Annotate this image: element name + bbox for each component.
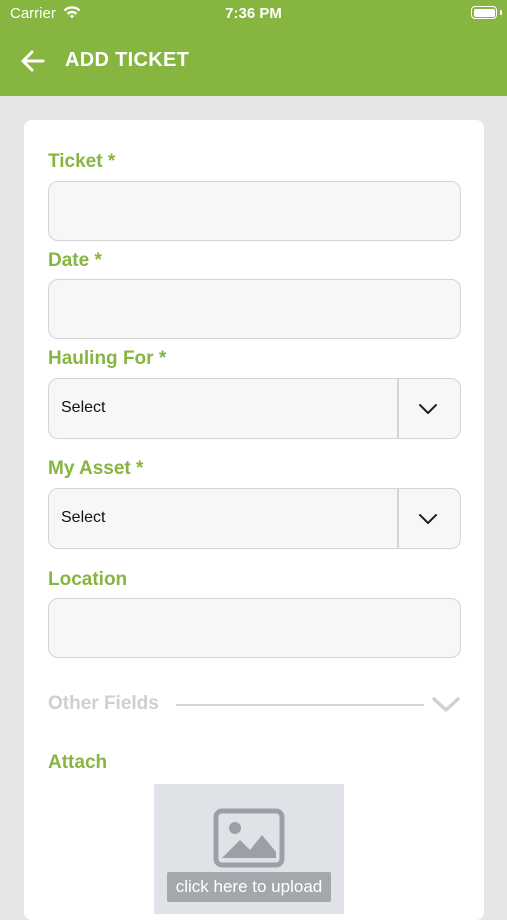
- form-card: Ticket * Date * Hauling For * Select My …: [24, 120, 484, 920]
- location-input[interactable]: [48, 598, 461, 658]
- hauling-for-value: Select: [61, 399, 106, 416]
- my-asset-label: My Asset *: [48, 458, 144, 479]
- other-fields-label: Other Fields: [48, 693, 159, 714]
- hauling-for-select[interactable]: Select: [48, 378, 461, 439]
- battery-tip: [500, 10, 502, 15]
- chevron-down-icon[interactable]: [417, 399, 439, 419]
- chevron-down-icon[interactable]: [430, 693, 462, 717]
- my-asset-select[interactable]: Select: [48, 488, 461, 549]
- clock: 7:36 PM: [225, 5, 282, 22]
- app-header: Carrier 7:36 PM ADD TICKET: [0, 0, 507, 96]
- upload-button-label[interactable]: click here to upload: [167, 872, 331, 902]
- date-input[interactable]: [48, 279, 461, 339]
- attach-label: Attach: [48, 752, 108, 773]
- page-title: ADD TICKET: [65, 49, 190, 71]
- location-label: Location: [48, 569, 128, 590]
- chevron-down-icon[interactable]: [417, 509, 439, 529]
- image-placeholder-icon: [213, 808, 285, 868]
- battery-icon: [471, 6, 497, 19]
- select-divider: [397, 379, 399, 438]
- ticket-input[interactable]: [48, 181, 461, 241]
- other-fields-divider: [176, 704, 424, 706]
- other-fields-toggle[interactable]: Other Fields: [48, 691, 463, 721]
- upload-area[interactable]: click here to upload: [154, 784, 344, 914]
- ticket-label: Ticket *: [48, 151, 116, 172]
- my-asset-value: Select: [61, 509, 106, 526]
- hauling-for-label: Hauling For *: [48, 348, 167, 369]
- select-divider: [397, 489, 399, 548]
- status-bar: Carrier 7:36 PM: [0, 0, 507, 28]
- back-arrow-icon[interactable]: [18, 46, 48, 76]
- date-label: Date *: [48, 250, 102, 271]
